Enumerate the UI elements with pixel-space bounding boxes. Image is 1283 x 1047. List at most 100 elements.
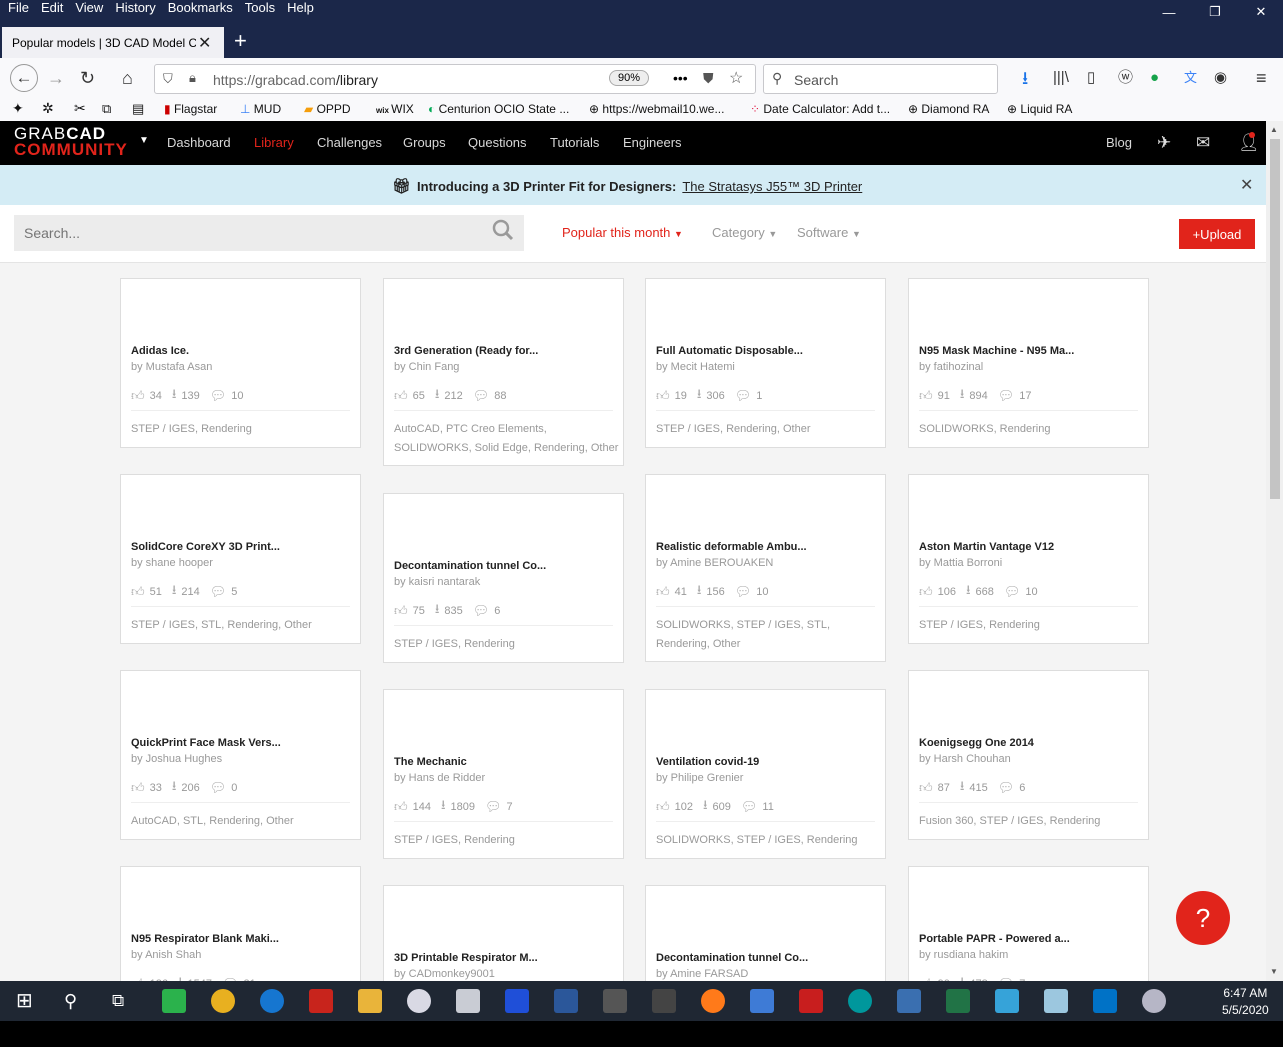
model-card[interactable]: Realistic deformable Ambu... by Amine BER… bbox=[645, 474, 886, 662]
thumbs-up-icon[interactable]: 👍︎ bbox=[394, 799, 408, 815]
model-author[interactable]: by Harsh Chouhan bbox=[919, 753, 1011, 765]
home-icon[interactable]: ⌂ bbox=[122, 68, 133, 88]
model-title[interactable]: Realistic deformable Ambu... bbox=[656, 541, 807, 553]
help-button[interactable]: ? bbox=[1176, 891, 1230, 945]
paint-icon[interactable] bbox=[407, 989, 431, 1013]
grabcad-logo[interactable]: GRABCAD COMMUNITY bbox=[14, 125, 128, 158]
inkscape-icon[interactable] bbox=[652, 989, 676, 1013]
reload-icon[interactable]: ↻ bbox=[80, 68, 95, 88]
model-title[interactable]: Portable PAPR - Powered a... bbox=[919, 933, 1070, 945]
page-scrollbar[interactable]: ▲ ▼ bbox=[1266, 121, 1283, 981]
windows-start-icon[interactable]: ⊞ bbox=[16, 989, 40, 1013]
model-author[interactable]: by Amine BEROUAKEN bbox=[656, 557, 773, 569]
bookmark-oppd[interactable]: ▰ OPPD bbox=[304, 102, 351, 116]
zoom-level[interactable]: 90% bbox=[609, 70, 650, 86]
thumbs-up-icon[interactable]: 👍︎ bbox=[919, 388, 933, 404]
minimize-icon[interactable]: — bbox=[1146, 0, 1192, 24]
thumbs-up-icon[interactable]: 👍︎ bbox=[656, 388, 670, 404]
snipping-icon[interactable] bbox=[603, 989, 627, 1013]
download-icon[interactable]: ⭳ bbox=[1022, 68, 1028, 88]
scroll-thumb[interactable] bbox=[1270, 139, 1280, 499]
search-icon[interactable]: ⚲ bbox=[64, 989, 88, 1013]
model-title[interactable]: 3D Printable Respirator M... bbox=[394, 952, 538, 964]
model-author[interactable]: by Mattia Borroni bbox=[919, 557, 1002, 569]
menu-tools[interactable]: Tools bbox=[237, 0, 279, 16]
model-title[interactable]: Decontamination tunnel Co... bbox=[656, 952, 808, 964]
solidworks-icon[interactable] bbox=[799, 989, 823, 1013]
model-card[interactable]: Ventilation covid-19 by Philipe Grenier 👍︎… bbox=[645, 689, 886, 859]
menu-view[interactable]: View bbox=[67, 0, 107, 16]
nav-library[interactable]: Library bbox=[254, 135, 294, 150]
model-title[interactable]: Ventilation covid-19 bbox=[656, 756, 759, 768]
menu-bookmarks[interactable]: Bookmarks bbox=[160, 0, 237, 16]
nav-challenges[interactable]: Challenges bbox=[317, 135, 382, 150]
file-explorer-icon[interactable] bbox=[358, 989, 382, 1013]
bookmark-webmail[interactable]: ⊕ https://webmail10.we... bbox=[589, 102, 724, 116]
model-author[interactable]: by Amine FARSAD bbox=[656, 968, 748, 980]
model-title[interactable]: Adidas Ice. bbox=[131, 345, 189, 357]
bookmark-diamond-ra[interactable]: ⊕ Diamond RA bbox=[908, 102, 989, 116]
model-author[interactable]: by Mustafa Asan bbox=[131, 361, 212, 373]
menu-file[interactable]: File bbox=[0, 0, 33, 16]
model-card[interactable]: Koenigsegg One 2014 by Harsh Chouhan 👍︎ 87 ⭳… bbox=[908, 670, 1149, 840]
translate-icon[interactable]: 文 bbox=[1184, 68, 1197, 88]
model-card[interactable]: The Mechanic by Hans de Ridder 👍︎ 144 ⭳ 1809 💬… bbox=[383, 689, 624, 859]
thumbs-up-icon[interactable]: 👍︎ bbox=[919, 780, 933, 796]
model-author[interactable]: by Hans de Ridder bbox=[394, 772, 485, 784]
forward-icon[interactable]: → bbox=[47, 68, 65, 88]
copy-icon[interactable]: ⧉ bbox=[102, 101, 111, 117]
thumbs-up-icon[interactable]: 👍︎ bbox=[394, 603, 408, 619]
thumbs-up-icon[interactable]: 👍︎ bbox=[131, 584, 145, 600]
bookmark-mud[interactable]: ⊥ MUD bbox=[240, 102, 281, 116]
menu-hamburger-icon[interactable]: ≡ bbox=[1256, 68, 1267, 88]
notepad-icon[interactable] bbox=[750, 989, 774, 1013]
model-card[interactable]: Full Automatic Disposable... by Mecit Hat… bbox=[645, 278, 886, 448]
thumbs-up-icon[interactable]: 👍︎ bbox=[131, 780, 145, 796]
model-title[interactable]: Decontamination tunnel Co... bbox=[394, 560, 546, 572]
url-bar[interactable]: ⛉ 🔒︎ https://grabcad.com/library 90% •••… bbox=[154, 64, 756, 94]
model-card[interactable]: Adidas Ice. by Mustafa Asan 👍︎ 34 ⭳ 139 💬︎ 10 ST… bbox=[120, 278, 361, 448]
edge-icon[interactable] bbox=[260, 989, 284, 1013]
chrome-icon[interactable] bbox=[211, 989, 235, 1013]
model-author[interactable]: by Mecit Hatemi bbox=[656, 361, 735, 373]
url-text[interactable]: https://grabcad.com/library bbox=[213, 72, 378, 88]
system-clock[interactable]: 6:47 AM 5/5/2020 bbox=[1222, 985, 1269, 1019]
banner-link[interactable]: The Stratasys J55™ 3D Printer bbox=[682, 179, 862, 194]
model-title[interactable]: N95 Mask Machine - N95 Ma... bbox=[919, 345, 1074, 357]
model-author[interactable]: by kaisri nantarak bbox=[394, 576, 480, 588]
banner-close-icon[interactable]: ✕ bbox=[1240, 175, 1253, 195]
scroll-down-icon[interactable]: ▼ bbox=[1270, 967, 1278, 976]
model-author[interactable]: by CADmonkey9001 bbox=[394, 968, 495, 980]
model-card[interactable]: 3D Printable Respirator M... by CADmonkey… bbox=[383, 885, 624, 981]
model-title[interactable]: SolidCore CoreXY 3D Print... bbox=[131, 541, 280, 553]
sort-dropdown[interactable]: Popular this month ▼ bbox=[562, 225, 683, 240]
notes-icon[interactable] bbox=[1044, 989, 1068, 1013]
firefox-icon[interactable] bbox=[701, 989, 725, 1013]
model-card[interactable]: Portable PAPR - Powered a... by rusdiana … bbox=[908, 866, 1149, 981]
clipboard-icon[interactable]: ▤ bbox=[132, 101, 144, 117]
shield-icon[interactable]: ⛉ bbox=[163, 71, 173, 87]
browser-tab[interactable]: Popular models | 3D CAD Model Co ✕ bbox=[2, 27, 224, 58]
bookmark-liquid-ra[interactable]: ⊕ Liquid RA bbox=[1007, 102, 1072, 116]
close-window-icon[interactable]: ✕ bbox=[1238, 0, 1283, 24]
upload-button[interactable]: +Upload bbox=[1179, 219, 1255, 249]
malwarebytes-icon[interactable] bbox=[505, 989, 529, 1013]
word-icon[interactable] bbox=[554, 989, 578, 1013]
nav-questions[interactable]: Questions bbox=[468, 135, 527, 150]
model-title[interactable]: Full Automatic Disposable... bbox=[656, 345, 803, 357]
app-c-icon[interactable] bbox=[162, 989, 186, 1013]
pin-icon[interactable]: ✈ bbox=[1157, 133, 1171, 153]
task-view-icon[interactable]: ⧉ bbox=[112, 989, 136, 1013]
model-title[interactable]: QuickPrint Face Mask Vers... bbox=[131, 737, 281, 749]
model-card[interactable]: Decontamination tunnel Co... by kaisri na… bbox=[383, 493, 624, 663]
bookmark-centurion[interactable]: ◐ Centurion OCIO State ... bbox=[428, 102, 569, 116]
outlook-icon[interactable] bbox=[1093, 989, 1117, 1013]
model-card[interactable]: SolidCore CoreXY 3D Print... by shane hoo… bbox=[120, 474, 361, 644]
thumbs-up-icon[interactable]: 👍︎ bbox=[394, 388, 408, 404]
model-card[interactable]: QuickPrint Face Mask Vers... by Joshua Hu… bbox=[120, 670, 361, 840]
model-author[interactable]: by fatihozinal bbox=[919, 361, 983, 373]
model-title[interactable]: The Mechanic bbox=[394, 756, 467, 768]
puzzle-icon[interactable]: ✦ bbox=[12, 100, 24, 117]
model-title[interactable]: N95 Respirator Blank Maki... bbox=[131, 933, 279, 945]
pocket-icon[interactable]: ⛊ bbox=[703, 70, 714, 87]
